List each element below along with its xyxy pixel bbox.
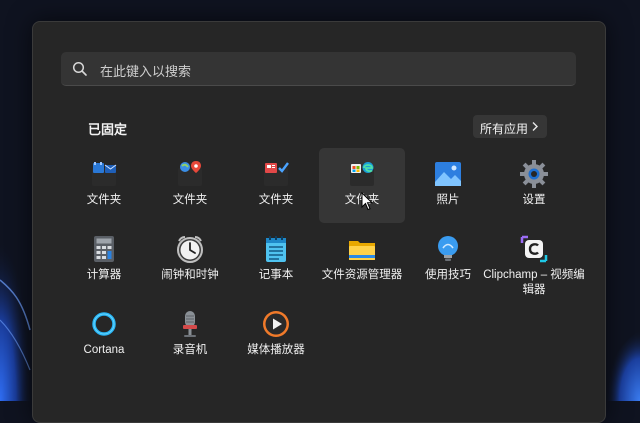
search-placeholder: 在此键入以搜索 xyxy=(100,64,192,79)
app-label: Clipchamp – 视频编辑器 xyxy=(483,269,585,296)
pinned-app-folder-2[interactable]: 文件夹 xyxy=(147,148,233,223)
cortana-icon xyxy=(92,312,116,336)
pinned-app-photos[interactable]: 照片 xyxy=(405,148,491,223)
alarm-clock-icon xyxy=(177,236,203,263)
pinned-app-settings[interactable]: 设置 xyxy=(491,148,577,223)
app-label: 媒体播放器 xyxy=(247,344,305,356)
chevron-right-icon xyxy=(532,122,538,131)
tips-lightbulb-icon xyxy=(438,236,458,261)
calculator-icon xyxy=(94,236,114,262)
folder-outlook-icon xyxy=(92,162,117,186)
photos-icon xyxy=(435,162,461,186)
folder-news-icon xyxy=(264,162,289,186)
start-menu: 在此键入以搜索 已固定 所有应用 文件夹 文件夹 文件夹 照片 设置 计算器 闹… xyxy=(32,21,606,423)
media-player-icon xyxy=(263,311,289,337)
folder-maps-icon xyxy=(178,161,202,186)
pinned-app-folder-4[interactable]: 文件夹 xyxy=(319,148,405,223)
search-icon xyxy=(72,61,87,76)
pinned-app-folder-1[interactable]: 文件夹 xyxy=(61,148,147,223)
app-label: 设置 xyxy=(522,194,546,206)
pinned-app-folder-3[interactable]: 文件夹 xyxy=(233,148,319,223)
pinned-section-title: 已固定 xyxy=(88,122,128,137)
pinned-app-sound-recorder[interactable]: 录音机 xyxy=(147,298,233,373)
settings-gear-icon xyxy=(520,160,548,188)
clipchamp-icon xyxy=(520,235,548,263)
notepad-icon xyxy=(266,236,286,262)
pinned-app-alarms-clock[interactable]: 闹钟和时钟 xyxy=(147,223,233,298)
search-box[interactable]: 在此键入以搜索 xyxy=(61,52,576,86)
pinned-app-cortana[interactable]: Cortana xyxy=(61,298,147,373)
pinned-app-file-explorer[interactable]: 文件资源管理器 xyxy=(319,223,405,298)
all-apps-button[interactable]: 所有应用 xyxy=(473,115,547,138)
microphone-icon xyxy=(183,311,197,337)
pinned-app-clipchamp[interactable]: Clipchamp – 视频编辑器 xyxy=(483,223,585,298)
pinned-app-notepad[interactable]: 记事本 xyxy=(233,223,319,298)
pinned-app-calculator[interactable]: 计算器 xyxy=(61,223,147,298)
mouse-cursor-icon xyxy=(361,192,373,211)
file-explorer-icon xyxy=(349,241,375,260)
all-apps-label: 所有应用 xyxy=(480,122,529,136)
pinned-app-media-player[interactable]: 媒体播放器 xyxy=(233,298,319,373)
folder-store-edge-icon xyxy=(350,162,374,186)
